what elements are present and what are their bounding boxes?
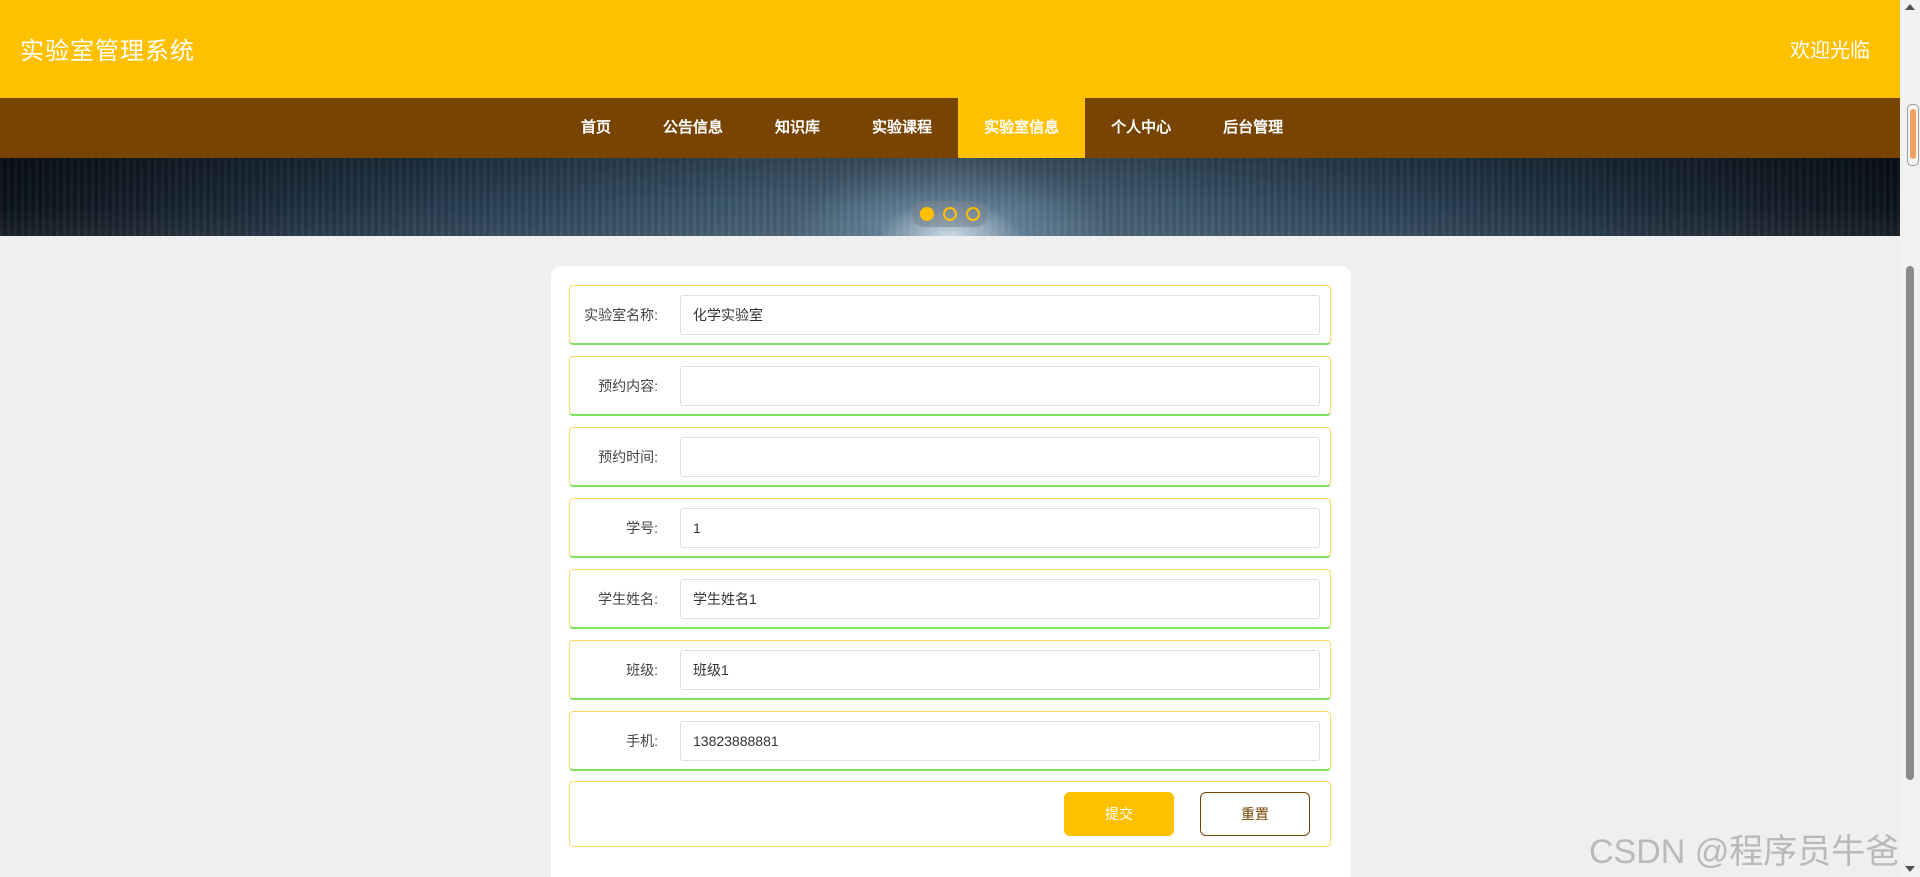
student-name-label: 学生姓名: bbox=[598, 591, 658, 607]
site-title: 实验室管理系统 bbox=[20, 38, 195, 65]
form-row-reservation-time: 预约时间: bbox=[569, 427, 1331, 487]
welcome-text: 欢迎光临 bbox=[1790, 40, 1870, 62]
reservation-content-field[interactable] bbox=[680, 366, 1320, 406]
nav-scroll-indicator[interactable] bbox=[1907, 104, 1919, 166]
form-row-reservation-content: 预约内容: bbox=[569, 356, 1331, 416]
phone-field[interactable] bbox=[680, 721, 1320, 761]
nav-item-home[interactable]: 首页 bbox=[555, 98, 637, 158]
form-row-class: 班级: bbox=[569, 640, 1331, 700]
nav-item-knowledge-base[interactable]: 知识库 bbox=[749, 98, 846, 158]
reservation-form: 实验室名称: 预约内容: 预约时间: 学号: 学生姓名: 班级: 手机: bbox=[551, 266, 1351, 877]
page: 实验室管理系统 欢迎光临 首页 公告信息 知识库 实验课程 实验室信息 个人中心… bbox=[0, 0, 1920, 877]
form-row-lab-name: 实验室名称: bbox=[569, 285, 1331, 345]
carousel-dot-1[interactable] bbox=[920, 207, 935, 221]
student-id-field[interactable] bbox=[680, 508, 1320, 548]
carousel-indicators bbox=[912, 201, 988, 227]
scroll-down-arrow-icon[interactable] bbox=[1905, 866, 1915, 872]
nav-item-lab-courses[interactable]: 实验课程 bbox=[846, 98, 958, 158]
scroll-up-arrow-icon[interactable] bbox=[1905, 4, 1915, 10]
class-field[interactable] bbox=[680, 650, 1320, 690]
reset-button[interactable]: 重置 bbox=[1200, 792, 1310, 836]
nav-item-personal-center[interactable]: 个人中心 bbox=[1085, 98, 1197, 158]
reservation-time-field[interactable] bbox=[680, 437, 1320, 477]
scrollbar-thumb[interactable] bbox=[1906, 266, 1914, 780]
lab-name-field[interactable] bbox=[680, 295, 1320, 335]
student-id-label: 学号: bbox=[626, 520, 658, 536]
submit-button[interactable]: 提交 bbox=[1064, 792, 1174, 836]
watermark: CSDN @程序员牛爸 bbox=[1589, 833, 1900, 871]
nav-scroll-thumb[interactable] bbox=[1910, 109, 1916, 159]
reservation-content-label: 预约内容: bbox=[598, 378, 658, 394]
nav-item-announcements[interactable]: 公告信息 bbox=[637, 98, 749, 158]
nav-items: 首页 公告信息 知识库 实验课程 实验室信息 个人中心 后台管理 bbox=[555, 98, 1309, 158]
nav-item-lab-info[interactable]: 实验室信息 bbox=[958, 98, 1086, 158]
student-name-field[interactable] bbox=[680, 579, 1320, 619]
nav-item-admin[interactable]: 后台管理 bbox=[1197, 98, 1309, 158]
lab-name-label: 实验室名称: bbox=[584, 307, 658, 323]
banner-carousel bbox=[0, 158, 1900, 236]
carousel-dot-3[interactable] bbox=[965, 207, 980, 221]
main-nav: 首页 公告信息 知识库 实验课程 实验室信息 个人中心 后台管理 bbox=[0, 98, 1900, 158]
form-row-phone: 手机: bbox=[569, 711, 1331, 771]
carousel-dot-2[interactable] bbox=[942, 207, 957, 221]
form-actions: 提交 重置 bbox=[569, 781, 1331, 847]
phone-label: 手机: bbox=[626, 733, 658, 749]
reservation-time-label: 预约时间: bbox=[598, 449, 658, 465]
form-row-student-name: 学生姓名: bbox=[569, 569, 1331, 629]
top-header: 实验室管理系统 欢迎光临 bbox=[0, 0, 1900, 98]
class-label: 班级: bbox=[626, 662, 658, 678]
form-row-student-id: 学号: bbox=[569, 498, 1331, 558]
